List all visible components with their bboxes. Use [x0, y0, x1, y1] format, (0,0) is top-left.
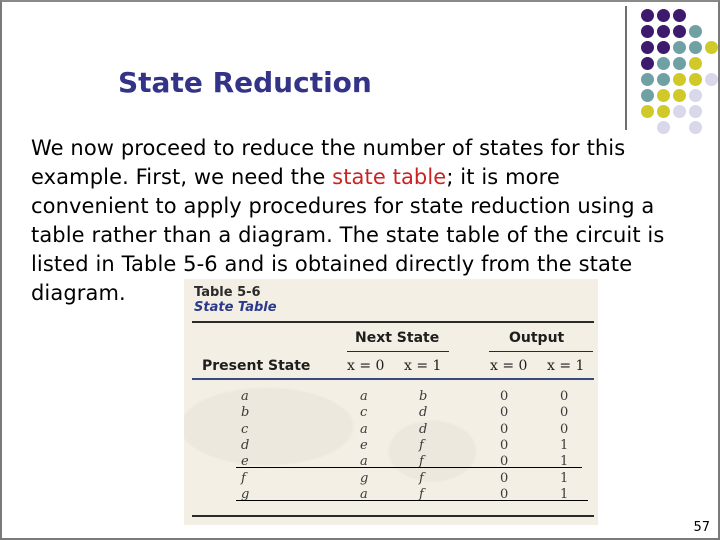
- decorative-dot: [657, 73, 670, 86]
- table-caption-title: State Table: [194, 300, 277, 315]
- cell-out-x1: 0: [560, 389, 569, 404]
- decorative-dot: [641, 73, 654, 86]
- slide-title: State Reduction: [118, 66, 372, 99]
- decorative-dot: [641, 9, 654, 22]
- cell-present: c: [241, 421, 249, 437]
- body-line: table rather than a diagram. The state t…: [31, 223, 665, 247]
- table-caption-number: Table 5-6: [194, 285, 261, 300]
- cell-next-x1: d: [419, 405, 428, 421]
- decorative-dot: [641, 89, 654, 102]
- cell-present: f: [241, 470, 246, 486]
- highlighted-term: state table: [332, 165, 447, 189]
- cell-next-x1: f: [419, 437, 424, 453]
- cell-out-x1: 1: [560, 470, 569, 486]
- page-number: 57: [693, 520, 710, 535]
- decorative-divider: [625, 6, 627, 130]
- cell-out-x0: 0: [500, 437, 509, 453]
- decorative-dot: [689, 41, 702, 54]
- row-underline: [236, 467, 582, 469]
- decorative-dot: [641, 25, 654, 38]
- decorative-dot: [689, 105, 702, 118]
- cell-next-x1: f: [419, 470, 424, 486]
- decorative-dot: [689, 57, 702, 70]
- cell-next-x1: b: [419, 389, 428, 404]
- decorative-dot: [673, 41, 686, 54]
- cell-out-x0: 0: [500, 405, 509, 421]
- cell-out-x0: 0: [500, 421, 509, 437]
- cell-present: a: [241, 389, 249, 404]
- decorative-dot: [641, 57, 654, 70]
- decorative-dot: [657, 89, 670, 102]
- next-state-underline: [347, 351, 449, 352]
- header-output-x1: x = 1: [547, 358, 585, 374]
- decorative-dot: [705, 41, 718, 54]
- decorative-dot: [641, 41, 654, 54]
- header-bottom-rule: [192, 378, 594, 380]
- decorative-dot: [657, 9, 670, 22]
- body-line: listed in Table 5-6 and is obtained dire…: [31, 252, 633, 276]
- decorative-dot: [673, 57, 686, 70]
- body-line: example. First, we need the state table;…: [31, 165, 560, 189]
- body-line: convenient to apply procedures for state…: [31, 194, 655, 218]
- decorative-dot: [673, 9, 686, 22]
- decorative-dot: [673, 25, 686, 38]
- decorative-dot: [657, 121, 670, 134]
- decorative-dot: [673, 89, 686, 102]
- cell-next-x0: g: [360, 470, 369, 486]
- decorative-dot: [657, 25, 670, 38]
- decorative-dot: [673, 105, 686, 118]
- decorative-dot: [673, 73, 686, 86]
- cell-next-x0: c: [360, 405, 368, 421]
- cell-present: b: [241, 405, 250, 421]
- body-line: We now proceed to reduce the number of s…: [31, 136, 626, 160]
- decorative-dot: [657, 57, 670, 70]
- decorative-dot: [657, 105, 670, 118]
- row-underline: [236, 499, 588, 501]
- decorative-dot: [689, 121, 702, 134]
- header-output-x0: x = 0: [490, 358, 528, 374]
- cell-next-x0: a: [360, 421, 368, 437]
- cell-out-x0: 0: [500, 389, 509, 404]
- decorative-dot: [689, 73, 702, 86]
- decorative-dot: [689, 25, 702, 38]
- cell-next-x0: a: [360, 389, 368, 404]
- cell-out-x1: 1: [560, 437, 569, 453]
- decorative-dot: [689, 89, 702, 102]
- decorative-dot: [641, 105, 654, 118]
- header-next-state: Next State: [355, 330, 440, 346]
- cell-out-x1: 0: [560, 421, 569, 437]
- cell-out-x0: 0: [500, 470, 509, 486]
- state-table-image: Table 5-6 State Table Next State Output …: [184, 279, 598, 525]
- header-output: Output: [509, 330, 565, 346]
- cell-out-x1: 0: [560, 405, 569, 421]
- header-next-x1: x = 1: [404, 358, 442, 374]
- decorative-dot: [705, 73, 718, 86]
- header-present-state: Present State: [202, 358, 311, 374]
- table-bottom-rule: [192, 515, 594, 517]
- cell-present: d: [241, 437, 250, 453]
- cell-next-x1: d: [419, 421, 428, 437]
- table-top-rule: [192, 321, 594, 323]
- header-next-x0: x = 0: [347, 358, 385, 374]
- decorative-dot: [657, 41, 670, 54]
- output-underline: [489, 351, 593, 352]
- cell-next-x0: e: [360, 437, 368, 453]
